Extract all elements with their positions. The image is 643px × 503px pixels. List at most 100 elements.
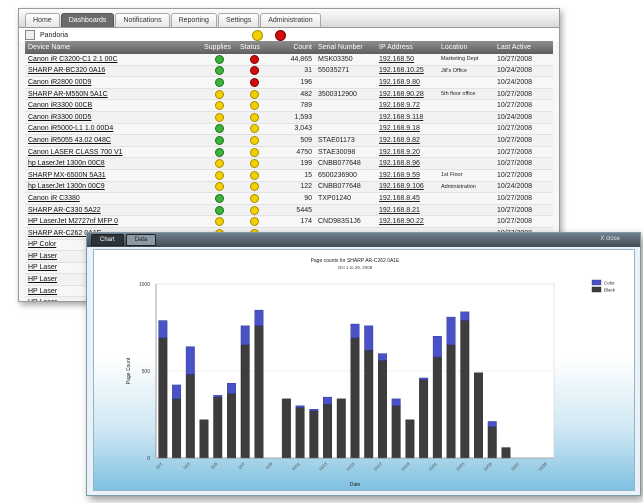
status-red-icon: [249, 66, 259, 76]
main-nav-tabs: Home Dashboards Notifications Reporting …: [19, 9, 559, 28]
status-yellow-icon: [249, 89, 259, 99]
table-row[interactable]: Canon iR C3380 90 TXP01240 192.168.8.45 10/2…: [25, 192, 553, 205]
count-cell: 789: [271, 99, 315, 112]
device-name-link[interactable]: hp LaserJet 1300n 00C8: [28, 160, 105, 167]
col-last-active[interactable]: Last Active: [494, 41, 553, 54]
table-row[interactable]: Canon iR3300 00D5 1,593 192.168.9.118 10/24…: [25, 111, 553, 124]
col-supplies[interactable]: Supplies: [201, 41, 237, 54]
device-name-link[interactable]: Canon iR3300 00D5: [28, 114, 91, 121]
device-name-link[interactable]: SHARP AR-M550N 5A1C: [28, 91, 108, 98]
supplies-green-icon: [214, 193, 224, 203]
tab-home[interactable]: Home: [25, 13, 60, 27]
bar-color: [391, 398, 401, 406]
supplies-yellow-icon: [214, 217, 224, 227]
serial-cell: MSK03350: [315, 54, 376, 66]
device-name-link[interactable]: SHARP MX-6500N 5A31: [28, 172, 106, 179]
bar-color: [240, 325, 250, 346]
ip-cell: 192.168.9.82: [376, 134, 438, 147]
col-count[interactable]: Count: [271, 41, 315, 54]
ip-address-link[interactable]: 192.168.9.20: [379, 149, 420, 156]
tab-settings[interactable]: Settings: [217, 13, 260, 27]
table-row[interactable]: SHARP AR-C330 5A22 5445 192.168.8.21 10/27/…: [25, 204, 553, 217]
supplies-yellow-icon: [214, 112, 224, 122]
table-row[interactable]: SHARP AR-BC320 0A16 31 55035271 192.168.10.…: [25, 65, 553, 78]
tab-data[interactable]: Data: [125, 234, 157, 246]
table-row[interactable]: Canon LASER CLASS 700 V1 4750 STAE30098 192…: [25, 146, 553, 159]
status-cell: [237, 169, 271, 182]
device-name-link[interactable]: Canon LASER CLASS 700 V1: [28, 149, 123, 156]
tab-dashboards[interactable]: Dashboards: [60, 13, 115, 27]
count-cell: 3,043: [271, 123, 315, 136]
table-row[interactable]: Canon iR5055 43.02 048C 509 STAE01173 192.1…: [25, 134, 553, 147]
ip-address-link[interactable]: 192.168.9.59: [379, 172, 420, 179]
supplies-cell: [201, 204, 237, 217]
col-device-name[interactable]: Device Name: [25, 41, 201, 54]
ip-address-link[interactable]: 192.168.9.18: [379, 125, 420, 132]
device-name-link[interactable]: SHARP AR-C330 5A22: [28, 207, 101, 214]
ip-cell: 192.168.9.118: [376, 111, 438, 124]
x-tick-label: 10/21: [427, 461, 438, 472]
status-cell: [237, 181, 271, 194]
ip-address-link[interactable]: 192.168.90.22: [379, 218, 424, 225]
device-name-link[interactable]: HP Laser: [28, 288, 57, 295]
device-name-link[interactable]: HP Laser: [28, 276, 57, 283]
device-name-link[interactable]: HP Color: [28, 241, 56, 248]
ip-address-link[interactable]: 192.168.8.21: [379, 207, 420, 214]
table-row[interactable]: Canon iR3300 00CB 789 192.168.9.72 10/27/20…: [25, 99, 553, 112]
device-name-link[interactable]: hp LaserJet 1300n 00C9: [28, 183, 105, 190]
tab-administration[interactable]: Administration: [260, 13, 321, 27]
close-button[interactable]: X close: [600, 236, 620, 242]
status-cell: [237, 204, 271, 217]
table-row[interactable]: Canon iR2800 00D9 196 192.168.9.80 10/24/20…: [25, 76, 553, 89]
device-name-link[interactable]: SHARP AR-BC320 0A16: [28, 67, 105, 74]
device-name-link[interactable]: Canon iR3300 00CB: [28, 102, 92, 109]
device-name-link[interactable]: HP LaserJet M2727nf MFP 0: [28, 218, 118, 225]
device-name-link[interactable]: Canon iR5055 43.02 048C: [28, 137, 111, 144]
y-axis-label: Page Count: [126, 357, 132, 384]
tab-reporting[interactable]: Reporting: [170, 13, 217, 27]
device-name-link[interactable]: Canon iR5000-L1 1.0 00D4: [28, 125, 113, 132]
ip-address-link[interactable]: 192.168.9.118: [379, 114, 423, 121]
ip-address-link[interactable]: 192.168.10.25: [379, 67, 424, 74]
tab-notifications[interactable]: Notifications: [115, 13, 170, 27]
table-row[interactable]: Canon iR5000-L1 1.0 00D4 3,043 192.168.9.1…: [25, 123, 553, 136]
col-serial[interactable]: Serial Number: [315, 41, 376, 54]
collapse-toggle-icon[interactable]: [25, 30, 35, 40]
ip-address-link[interactable]: 192.168.9.106: [379, 183, 424, 190]
supplies-cell: [201, 192, 237, 205]
device-name-link[interactable]: Canon iR2800 00D9: [28, 79, 91, 86]
col-status[interactable]: Status: [237, 41, 271, 54]
col-ip[interactable]: IP Address: [376, 41, 438, 54]
ip-address-link[interactable]: 192.168.50: [379, 56, 414, 63]
ip-address-link[interactable]: 192.168.9.80: [379, 79, 420, 86]
device-group-row: Pandoria: [19, 28, 559, 42]
ip-address-link[interactable]: 192.168.9.72: [379, 102, 420, 109]
device-name-link[interactable]: HP Laser: [28, 253, 57, 260]
col-location[interactable]: Location: [438, 41, 494, 54]
device-name-link[interactable]: Canon iR C3380: [28, 195, 80, 202]
device-name-link[interactable]: HP Laser: [28, 299, 57, 301]
ip-address-link[interactable]: 192.168.8.96: [379, 160, 420, 167]
table-row[interactable]: hp LaserJet 1300n 00C8 199 CNBB077648 192.1…: [25, 157, 553, 170]
count-cell: 15: [271, 169, 315, 182]
bar-color: [323, 396, 333, 405]
table-row[interactable]: hp LaserJet 1300n 00C9 122 CNBB077648 192.1…: [25, 181, 553, 194]
tab-chart[interactable]: Chart: [91, 234, 124, 246]
x-tick-label: 10/11: [290, 461, 301, 472]
serial-cell: TXP01240: [315, 192, 376, 205]
ip-address-link[interactable]: 192.168.9.82: [379, 137, 420, 144]
device-name-link[interactable]: HP Laser: [28, 264, 57, 271]
status-cell: [237, 192, 271, 205]
ip-address-link[interactable]: 192.168.8.45: [379, 195, 420, 202]
bar-black: [309, 410, 319, 459]
table-row[interactable]: SHARP MX-6500N 5A31 15 6500236900 192.168.9…: [25, 169, 553, 182]
device-name-link[interactable]: Canon iR C3200-C1 2.1 00C: [28, 56, 118, 63]
serial-cell: 3500312900: [315, 88, 376, 101]
count-cell: 196: [271, 76, 315, 89]
bar-color: [460, 311, 470, 321]
ip-address-link[interactable]: 192.168.90.28: [379, 91, 424, 98]
table-row[interactable]: HP LaserJet M2727nf MFP 0 174 CND983S1J6 19…: [25, 215, 553, 228]
count-cell: 509: [271, 134, 315, 147]
table-row[interactable]: Canon iR C3200-C1 2.1 00C 44,865 MSK03350 1…: [25, 54, 553, 66]
table-row[interactable]: SHARP AR-M550N 5A1C 482 3500312900 192.168.…: [25, 88, 553, 101]
